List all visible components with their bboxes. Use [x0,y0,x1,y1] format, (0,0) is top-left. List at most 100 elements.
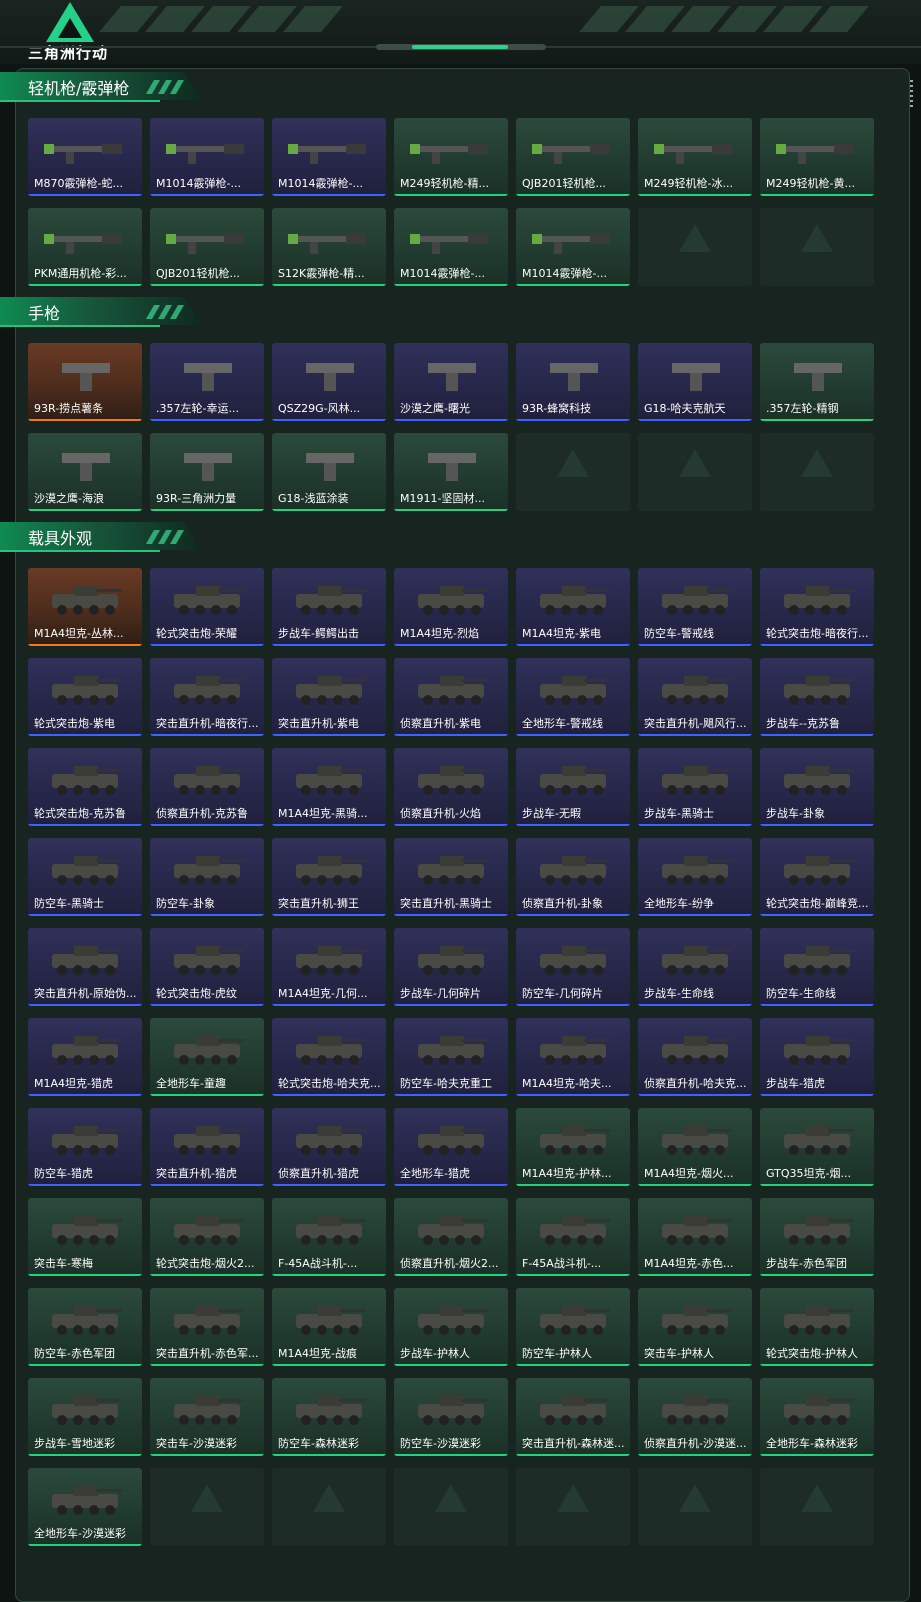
item-card[interactable]: 步战车-黑骑士 [638,748,752,826]
item-card[interactable]: 全地形车-猎虎 [394,1108,508,1186]
item-card[interactable]: 全地形车-警戒线 [516,658,630,736]
item-card[interactable]: S12K霰弹枪-精... [272,208,386,286]
item-card[interactable]: 防空车-沙漠迷彩 [394,1378,508,1456]
item-card[interactable]: M1014霰弹枪-... [150,118,264,196]
item-card[interactable]: 93R-三角洲力量 [150,433,264,511]
item-card[interactable]: M1014霰弹枪-... [516,208,630,286]
item-card[interactable]: GTQ35坦克-烟... [760,1108,874,1186]
item-card[interactable]: 突击直升机-森林迷... [516,1378,630,1456]
item-card[interactable]: 防空车-卦象 [150,838,264,916]
item-card[interactable]: M870霰弹枪-蛇... [28,118,142,196]
item-card[interactable]: M1A4坦克-黑骑... [272,748,386,826]
item-label: M1A4坦克-丛林... [34,627,124,640]
item-card[interactable]: 步战车-鳄鳄出击 [272,568,386,646]
item-card[interactable]: 侦察直升机-火焰 [394,748,508,826]
item-card[interactable]: 轮式突击炮-哈夫克... [272,1018,386,1096]
item-card[interactable]: 侦察直升机-紫电 [394,658,508,736]
item-card[interactable]: M1A4坦克-战痕 [272,1288,386,1366]
item-card[interactable]: 防空车-猎虎 [28,1108,142,1186]
item-card[interactable]: M1A4坦克-烈焰 [394,568,508,646]
item-card[interactable]: 侦察直升机-克苏鲁 [150,748,264,826]
item-card[interactable]: 突击直升机-飓风行... [638,658,752,736]
item-card[interactable]: 防空车-森林迷彩 [272,1378,386,1456]
item-card[interactable]: M1911-坚固材... [394,433,508,511]
item-card[interactable]: 突击直升机-黑骑士 [394,838,508,916]
item-card[interactable]: 93R-蜂窝科技 [516,343,630,421]
item-card[interactable]: 突击直升机-暗夜行... [150,658,264,736]
item-card[interactable]: QJB201轻机枪... [150,208,264,286]
item-card[interactable]: 侦察直升机-卦象 [516,838,630,916]
item-card[interactable]: 突击车-寒梅 [28,1198,142,1276]
item-card[interactable]: 防空车-哈夫克重工 [394,1018,508,1096]
item-card[interactable]: M1A4坦克-猎虎 [28,1018,142,1096]
item-card[interactable]: 突击车-沙漠迷彩 [150,1378,264,1456]
item-card[interactable]: M1A4坦克-哈夫... [516,1018,630,1096]
pistol-icon [164,447,250,483]
item-card[interactable]: M1A4坦克-紫电 [516,568,630,646]
item-card[interactable]: G18-浅蓝涂装 [272,433,386,511]
item-card[interactable]: 防空车-护林人 [516,1288,630,1366]
item-card[interactable]: M1A4坦克-烟火... [638,1108,752,1186]
item-card[interactable]: 93R-捞点薯条 [28,343,142,421]
item-card[interactable]: 侦察直升机-猎虎 [272,1108,386,1186]
item-card[interactable]: 轮式突击炮-暗夜行... [760,568,874,646]
item-card[interactable]: 侦察直升机-哈夫克... [638,1018,752,1096]
item-card[interactable]: 防空车-生命线 [760,928,874,1006]
item-card[interactable]: 轮式突击炮-巅峰竞... [760,838,874,916]
item-card[interactable]: .357左轮-幸运... [150,343,264,421]
item-card[interactable]: 轮式突击炮-虎纹 [150,928,264,1006]
item-card[interactable]: M1A4坦克-护林... [516,1108,630,1186]
item-card[interactable]: M249轻机枪-冰... [638,118,752,196]
item-card[interactable]: 突击车-护林人 [638,1288,752,1366]
item-card[interactable]: 轮式突击炮-荣耀 [150,568,264,646]
item-card[interactable]: G18-哈夫克航天 [638,343,752,421]
rarity-bar [394,509,508,511]
item-card[interactable]: 防空车-赤色军团 [28,1288,142,1366]
rarity-bar [394,1184,508,1186]
item-card[interactable]: 全地形车-童趣 [150,1018,264,1096]
item-card[interactable]: .357左轮-精钢 [760,343,874,421]
item-card[interactable]: 侦察直升机-烟火2... [394,1198,508,1276]
item-card[interactable]: F-45A战斗机-... [516,1198,630,1276]
item-card[interactable]: 步战车-雪地迷彩 [28,1378,142,1456]
item-card[interactable]: 轮式突击炮-紫电 [28,658,142,736]
vehicle-icon [652,1392,738,1428]
item-card[interactable]: PKM通用机枪-彩... [28,208,142,286]
item-card[interactable]: 步战车-赤色军团 [760,1198,874,1276]
rarity-bar [760,644,874,646]
item-card[interactable]: 全地形车-纷争 [638,838,752,916]
item-card[interactable]: 突击直升机-狮王 [272,838,386,916]
item-card[interactable]: 突击直升机-紫电 [272,658,386,736]
item-card[interactable]: 步战车-无暇 [516,748,630,826]
item-card[interactable]: 步战车-几何碎片 [394,928,508,1006]
item-card[interactable]: 轮式突击炮-护林人 [760,1288,874,1366]
item-card[interactable]: 步战车-卦象 [760,748,874,826]
item-card[interactable]: 步战车-猎虎 [760,1018,874,1096]
item-card[interactable]: 步战车--克苏鲁 [760,658,874,736]
item-card[interactable]: 侦察直升机-沙漠迷... [638,1378,752,1456]
item-card[interactable]: M1014霰弹枪-... [394,208,508,286]
item-card[interactable]: 全地形车-沙漠迷彩 [28,1468,142,1546]
item-card[interactable]: 突击直升机-赤色军... [150,1288,264,1366]
item-card[interactable]: M1A4坦克-丛林... [28,568,142,646]
item-card[interactable]: 防空车-警戒线 [638,568,752,646]
item-card[interactable]: QSZ29G-风林... [272,343,386,421]
item-card[interactable]: 防空车-几何碎片 [516,928,630,1006]
item-card[interactable]: M1A4坦克-赤色... [638,1198,752,1276]
item-card[interactable]: 全地形车-森林迷彩 [760,1378,874,1456]
item-card[interactable]: 轮式突击炮-烟火2... [150,1198,264,1276]
item-card[interactable]: 突击直升机-猎虎 [150,1108,264,1186]
item-card[interactable]: M1A4坦克-几何... [272,928,386,1006]
item-card[interactable]: 突击直升机-原始伪... [28,928,142,1006]
item-card[interactable]: 沙漠之鹰-曙光 [394,343,508,421]
item-card[interactable]: 步战车-护林人 [394,1288,508,1366]
item-card[interactable]: M249轻机枪-精... [394,118,508,196]
item-card[interactable]: 轮式突击炮-克苏鲁 [28,748,142,826]
item-card[interactable]: QJB201轻机枪... [516,118,630,196]
item-card[interactable]: 防空车-黑骑士 [28,838,142,916]
item-card[interactable]: F-45A战斗机-... [272,1198,386,1276]
item-card[interactable]: 沙漠之鹰-海浪 [28,433,142,511]
item-card[interactable]: M1014霰弹枪-... [272,118,386,196]
item-card[interactable]: M249轻机枪-黄... [760,118,874,196]
item-card[interactable]: 步战车-生命线 [638,928,752,1006]
